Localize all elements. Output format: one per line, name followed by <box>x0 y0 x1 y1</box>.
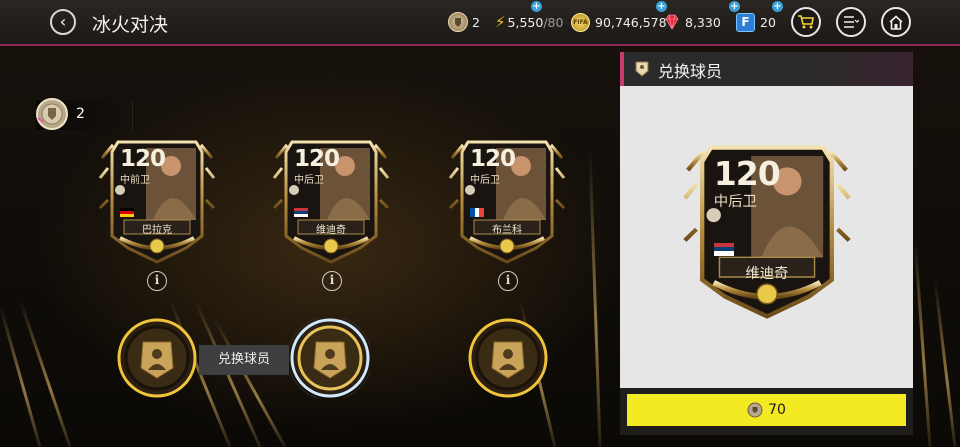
card-position: 中后卫 <box>470 175 500 186</box>
fifa-points-value: 20 <box>760 14 776 30</box>
card-player-name: 维迪奇 <box>316 225 346 236</box>
exchange-tooltip: 兑换球员 <box>199 345 289 375</box>
gems-value: 8,330 <box>685 14 721 30</box>
panel-body: 120 中后卫 维迪奇 <box>620 86 913 388</box>
card-position: 中后卫 <box>294 175 324 186</box>
exchange-cost-button[interactable]: 70 <box>627 394 906 426</box>
coins-add-icon[interactable]: + <box>656 1 667 12</box>
card-position: 中后卫 <box>713 193 757 210</box>
token-count: 2 <box>472 14 480 30</box>
stamina-value: 5,550 <box>507 14 544 30</box>
info-icon[interactable]: i <box>147 271 167 291</box>
card-rating: 120 <box>470 146 516 172</box>
card-rating: 120 <box>294 146 340 172</box>
stamina-max: /80 <box>543 14 564 30</box>
card-player-name: 布兰科 <box>492 225 522 236</box>
info-icon[interactable]: i <box>322 271 342 291</box>
fifa-points-add-icon[interactable]: + <box>772 1 783 12</box>
gems-resource: 8,330 <box>663 12 721 32</box>
token-icon <box>747 402 763 418</box>
card-rating: 120 <box>713 153 781 193</box>
player-card[interactable]: 120 中前卫 巴拉克 <box>98 138 216 266</box>
top-bar: ‹ 冰火对决 2 + ⚡ 5,550 /80 + FIFA 90,746,578… <box>0 0 960 46</box>
card-player-name: 巴拉克 <box>142 225 172 236</box>
panel-title: 兑换球员 <box>658 62 723 81</box>
stamina-resource: ⚡ 5,550 /80 <box>495 12 563 32</box>
info-icon[interactable]: i <box>498 271 518 291</box>
panel-footer: 70 <box>620 388 913 435</box>
coin-icon: FIFA <box>571 12 590 32</box>
token-resource: 2 <box>448 12 480 32</box>
coins-resource: FIFA 90,746,578 <box>571 12 667 32</box>
fifa-points-icon: F <box>736 12 755 32</box>
stamina-add-icon[interactable]: + <box>531 1 542 12</box>
token-icon <box>448 12 468 32</box>
token-count-box: 2 <box>36 98 133 130</box>
page-title: 冰火对决 <box>92 14 169 36</box>
card-player-name: 维迪奇 <box>745 265 789 282</box>
menu-icon[interactable] <box>836 7 866 37</box>
token-icon <box>36 98 68 130</box>
panel-header: 兑换球员 <box>620 52 913 86</box>
shop-cart-icon[interactable] <box>791 7 821 37</box>
exchange-panel: 兑换球员 120 中后卫 维迪奇 70 <box>620 52 913 435</box>
coins-value: 90,746,578 <box>595 14 667 30</box>
shield-icon <box>635 61 649 77</box>
featured-player-card[interactable]: 120 中后卫 维迪奇 <box>682 142 852 322</box>
token-count-value: 2 <box>76 106 85 122</box>
player-slot-selected[interactable] <box>287 315 373 401</box>
gems-add-icon[interactable]: + <box>729 1 740 12</box>
exchange-cost-value: 70 <box>768 402 786 418</box>
flag-icon <box>294 208 308 217</box>
player-card[interactable]: 120 中后卫 维迪奇 <box>272 138 390 266</box>
flag-icon <box>120 208 134 217</box>
fifa-points-resource: F 20 <box>736 12 776 32</box>
card-rating: 120 <box>120 146 166 172</box>
card-position: 中前卫 <box>120 175 150 186</box>
home-icon[interactable] <box>881 7 911 37</box>
flag-icon <box>713 242 734 256</box>
back-arrow-icon[interactable]: ‹ <box>50 9 76 35</box>
flag-icon <box>470 208 485 217</box>
player-card[interactable]: 120 中后卫 布兰科 <box>448 138 566 266</box>
gem-icon <box>665 14 679 30</box>
lightning-icon: ⚡ <box>495 13 506 31</box>
player-slot[interactable] <box>117 318 197 398</box>
player-slot[interactable] <box>468 318 548 398</box>
